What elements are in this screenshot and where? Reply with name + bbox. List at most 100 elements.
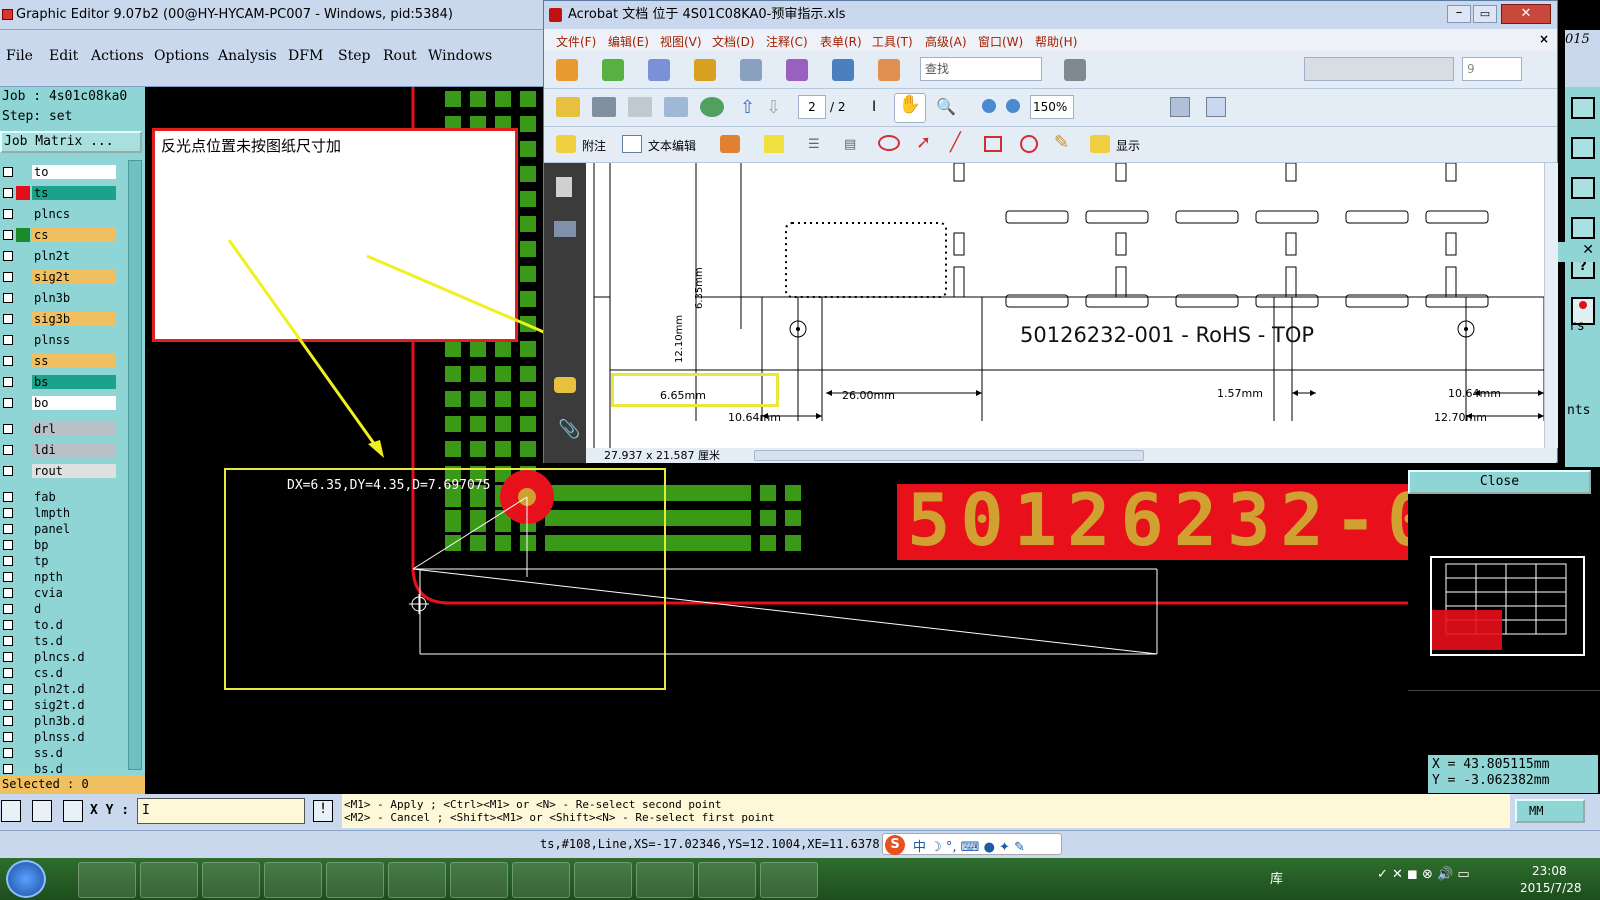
acro-menu-advanced[interactable]: 高级(A) (925, 33, 967, 50)
acro-menu-view[interactable]: 视图(V) (660, 33, 702, 50)
layer-row[interactable]: to (0, 165, 118, 179)
layer-name[interactable]: to.d (32, 618, 116, 632)
layer-name[interactable]: d (32, 602, 116, 616)
layer-row[interactable]: bs (0, 375, 118, 389)
acro-doc-close-icon[interactable]: × (1539, 32, 1549, 46)
open-folder-icon[interactable] (556, 97, 580, 117)
layer-checkbox[interactable] (3, 700, 13, 710)
zoom-out-icon[interactable] (982, 99, 996, 113)
layer-name[interactable]: to (32, 165, 116, 179)
menu-analysis[interactable]: Analysis (218, 48, 277, 64)
comments-panel-icon[interactable] (554, 377, 576, 393)
layer-checkbox[interactable] (3, 251, 13, 261)
layer-checkbox[interactable] (3, 188, 13, 198)
pages-panel-icon[interactable] (556, 177, 572, 197)
layer-row[interactable]: tp (0, 554, 118, 568)
layer-row[interactable]: drl (0, 422, 118, 436)
layer-row[interactable]: to.d (0, 618, 118, 632)
layer-row[interactable]: bo (0, 396, 118, 410)
export-icon[interactable] (648, 59, 670, 81)
taskbar-acrobat-icon[interactable] (698, 862, 756, 898)
zoom-tool-icon[interactable]: 🔍 (936, 97, 956, 116)
layer-checkbox[interactable] (3, 748, 13, 758)
job-matrix-button[interactable]: Job Matrix ... (0, 131, 142, 153)
print-icon[interactable] (1064, 59, 1086, 81)
layer-checkbox[interactable] (3, 230, 13, 240)
layer-row[interactable]: plncs (0, 207, 118, 221)
navigation-thumbnail[interactable] (1430, 556, 1585, 656)
taskbar-genesis-icon[interactable] (140, 862, 198, 898)
layer-checkbox[interactable] (3, 209, 13, 219)
taskbar-save-icon[interactable] (202, 862, 260, 898)
layer-name[interactable]: cs.d (32, 666, 116, 680)
layer-row[interactable]: panel (0, 522, 118, 536)
layer-checkbox[interactable] (3, 604, 13, 614)
text-edit-icon[interactable] (622, 135, 642, 153)
taskbar-notepad-icon[interactable] (264, 862, 322, 898)
layer-checkbox[interactable] (3, 492, 13, 502)
sticky-note-label[interactable]: 附注 (582, 137, 606, 154)
maximize-icon[interactable]: ▭ (1473, 5, 1497, 23)
page-number-input[interactable]: 2 (798, 95, 826, 119)
layer-row[interactable]: bs.d (0, 762, 118, 776)
acro-menu-document[interactable]: 文档(D) (712, 33, 755, 50)
layer-name[interactable]: sig3b (32, 312, 116, 326)
layer-checkbox[interactable] (3, 572, 13, 582)
layer-name[interactable]: sig2t.d (32, 698, 116, 712)
taskbar-excel-icon[interactable] (636, 862, 694, 898)
font-select[interactable] (1304, 57, 1454, 81)
layer-checkbox[interactable] (3, 466, 13, 476)
pencil-tool-icon[interactable]: ✎ (1054, 132, 1069, 153)
layer-row[interactable]: cvia (0, 586, 118, 600)
layer-checkbox[interactable] (3, 556, 13, 566)
acro-menu-file[interactable]: 文件(F) (556, 33, 596, 50)
bar-icon[interactable] (1571, 217, 1595, 239)
fit-page-icon[interactable] (1206, 97, 1226, 117)
layer-checkbox[interactable] (3, 167, 13, 177)
pdf-page-view[interactable]: 50126232-001 - RoHS - TOP 6.65mm 10.64mm… (586, 163, 1544, 448)
layer-row[interactable]: bp (0, 538, 118, 552)
layer-name[interactable]: pln2t.d (32, 682, 116, 696)
text-edit-label[interactable]: 文本编辑 (648, 137, 696, 154)
layer-name[interactable]: bs (32, 375, 116, 389)
ime-mode-icon[interactable]: 中 ☽ °, ⌨ ● ✦ ✎ (913, 836, 1025, 855)
layer-name[interactable]: pln3b (32, 291, 116, 305)
toggle-icon[interactable] (1571, 177, 1595, 199)
layer-name[interactable]: plnss (32, 333, 116, 347)
grid-icon[interactable] (63, 800, 83, 822)
show-label[interactable]: 显示 (1116, 137, 1140, 154)
taskbar-calculator-icon[interactable] (78, 862, 136, 898)
sub-panel-close-icon[interactable]: ✕ (1582, 242, 1594, 258)
layer-checkbox[interactable] (3, 293, 13, 303)
layer-checkbox[interactable] (3, 424, 13, 434)
layer-row[interactable]: rout (0, 464, 118, 478)
pdf-horizontal-scrollbar[interactable] (754, 450, 1144, 461)
menu-actions[interactable]: Actions (91, 48, 144, 64)
layer-checkbox[interactable] (3, 716, 13, 726)
layer-scrollbar[interactable] (128, 160, 142, 770)
layer-checkbox[interactable] (3, 588, 13, 598)
layer-row[interactable]: pln3b.d (0, 714, 118, 728)
layer-name[interactable]: sig2t (32, 270, 116, 284)
layer-row[interactable]: sig2t (0, 270, 118, 284)
signatures-icon[interactable] (554, 221, 576, 237)
measure-icon[interactable] (32, 800, 52, 822)
menu-step[interactable]: Step (338, 48, 370, 64)
layer-row[interactable]: ts (0, 186, 118, 200)
layer-checkbox[interactable] (3, 636, 13, 646)
layer-name[interactable]: cs (32, 228, 116, 242)
layer-checkbox[interactable] (3, 620, 13, 630)
layer-row[interactable]: pln3b (0, 291, 118, 305)
layer-name[interactable]: pln2t (32, 249, 116, 263)
combine-icon[interactable] (602, 59, 624, 81)
acro-menu-help[interactable]: 帮助(H) (1035, 33, 1077, 50)
minimize-icon[interactable]: – (1447, 5, 1471, 23)
layer-name[interactable]: ldi (32, 443, 116, 457)
acro-menu-window[interactable]: 窗口(W) (978, 33, 1023, 50)
layer-name[interactable]: plncs.d (32, 650, 116, 664)
close-button[interactable]: Close (1408, 470, 1591, 494)
taskbar-lang-label[interactable]: 库 (1270, 868, 1283, 887)
layer-row[interactable]: plncs.d (0, 650, 118, 664)
panel-icon[interactable] (1571, 97, 1595, 119)
layer-checkbox[interactable] (3, 272, 13, 282)
